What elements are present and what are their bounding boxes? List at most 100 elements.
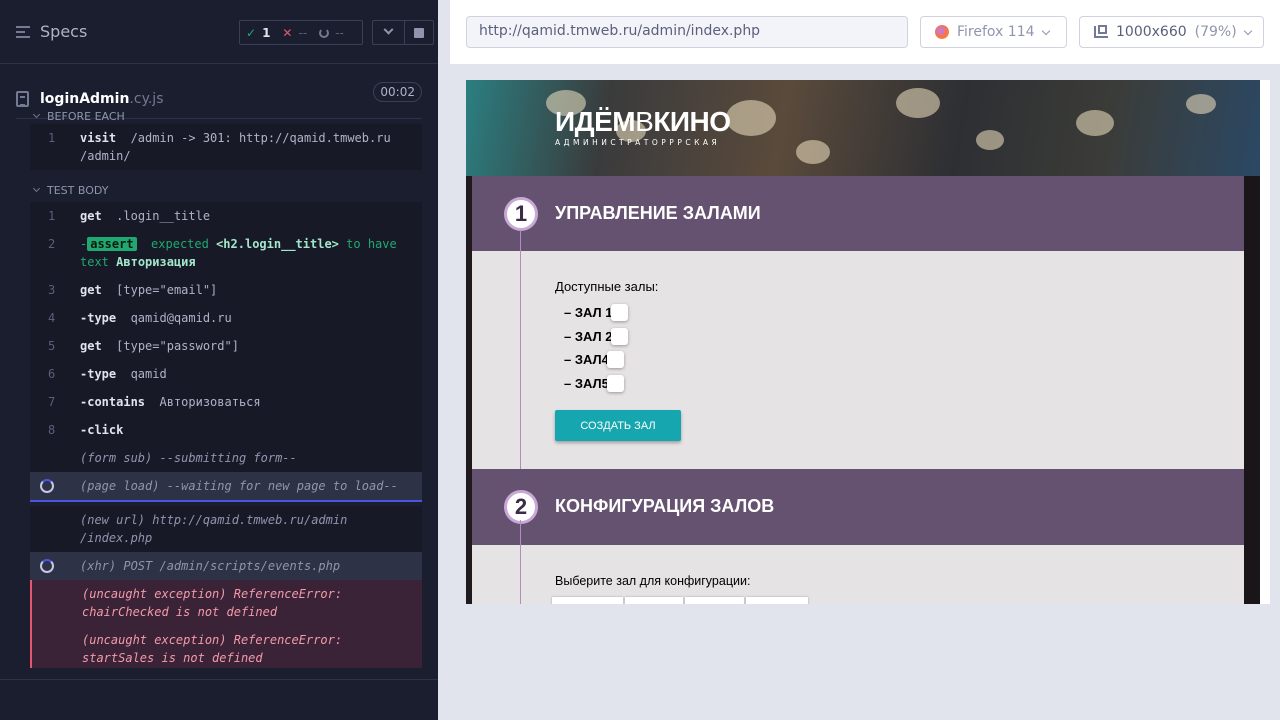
chevron-down-icon xyxy=(383,24,394,35)
command-number: 3 xyxy=(48,283,56,297)
command-row[interactable]: 1 get .login__title xyxy=(30,202,422,230)
create-hall-button[interactable]: СОЗДАТЬ ЗАЛ xyxy=(555,410,681,441)
command-name: visit xyxy=(80,131,117,145)
event-row[interactable]: (new url) http://qamid.tmweb.ru/admin /i… xyxy=(30,506,422,552)
reporter-panel: Specs ✓ 1 ✕ -- -- loginAdmin .cy.js 00:0… xyxy=(0,0,438,720)
stop-icon xyxy=(414,27,424,38)
command-row[interactable]: 3 get [type="email"] xyxy=(30,276,422,304)
section-header-config[interactable]: 2 КОНФИГУРАЦИЯ ЗАЛОВ xyxy=(472,469,1244,545)
reporter-footer xyxy=(0,679,438,720)
command-number: 1 xyxy=(48,131,56,145)
command-name: get xyxy=(80,283,102,297)
delete-hall-button[interactable] xyxy=(610,304,628,321)
test-body-title: TEST BODY xyxy=(47,183,109,197)
event-text: (new url) http://qamid.tmweb.ru/admin /i… xyxy=(80,513,348,545)
event-row[interactable]: (form sub) --submitting form-- xyxy=(30,444,422,472)
command-name: -click xyxy=(80,423,124,437)
options-dropdown-button[interactable] xyxy=(372,20,404,45)
hall-tab[interactable] xyxy=(552,597,623,604)
caret-down-icon xyxy=(32,184,41,193)
specs-button[interactable]: Specs xyxy=(16,22,87,41)
aut-header: http://qamid.tmweb.ru/admin/index.php Fi… xyxy=(450,0,1280,64)
command-name: assert xyxy=(87,237,137,251)
command-message: [type="email"] xyxy=(116,283,218,297)
error-row[interactable]: (uncaught exception) ReferenceError: sta… xyxy=(30,626,422,668)
delete-hall-button[interactable] xyxy=(606,351,624,368)
assert-row[interactable]: 2 - assert expected <h2.login__title> to … xyxy=(30,230,422,276)
x-icon: ✕ xyxy=(282,25,293,40)
firefox-icon xyxy=(935,25,949,39)
assert-text: expected xyxy=(151,237,209,251)
viewport-info[interactable]: 1000x660 (79%) xyxy=(1079,16,1264,48)
pending-count: -- xyxy=(335,25,344,40)
hall-name: – ЗАЛ5 xyxy=(564,376,609,391)
hall-tab[interactable] xyxy=(746,597,808,604)
app-header: ИДЁМВКИНО Администраторррская xyxy=(466,80,1260,176)
browser-selector[interactable]: Firefox 114 xyxy=(920,16,1067,48)
event-row-active[interactable]: (page load) --waiting for new page to lo… xyxy=(30,472,422,502)
spec-file-ext: .cy.js xyxy=(129,90,164,107)
timeline-line xyxy=(520,520,521,604)
chevron-down-icon xyxy=(1243,26,1252,35)
config-hall-label: Выберите зал для конфигурации: xyxy=(555,574,751,588)
section-title: КОНФИГУРАЦИЯ ЗАЛОВ xyxy=(555,496,775,516)
test-stats: ✓ 1 ✕ -- -- xyxy=(239,20,363,45)
command-number: 2 xyxy=(48,237,56,251)
hall-tab[interactable] xyxy=(685,597,744,604)
viewport-size: 1000x660 xyxy=(1116,24,1187,40)
delete-hall-button[interactable] xyxy=(606,375,624,392)
spec-file-name: loginAdmin xyxy=(40,90,130,107)
event-text: (form sub) --submitting form-- xyxy=(80,451,297,465)
side-strip xyxy=(1244,176,1260,604)
stop-button[interactable] xyxy=(404,20,434,45)
error-text: (uncaught exception) ReferenceError: sta… xyxy=(82,633,343,665)
app-under-test-panel: http://qamid.tmweb.ru/admin/index.php Fi… xyxy=(438,0,1280,720)
assert-subject: <h2.login__title> xyxy=(216,237,339,251)
pending-stat: -- xyxy=(313,26,350,40)
check-icon: ✓ xyxy=(246,25,257,40)
hall-name: – ЗАЛ 1 xyxy=(564,305,613,320)
logo-part: КИНО xyxy=(653,106,731,137)
hall-item: – ЗАЛ5 xyxy=(564,375,624,392)
event-text: (page load) --waiting for new page to lo… xyxy=(80,479,398,493)
test-body-header[interactable]: TEST BODY xyxy=(30,178,422,202)
delete-hall-button[interactable] xyxy=(610,328,628,345)
before-each-header[interactable]: BEFORE EACH xyxy=(30,112,422,124)
command-number: 1 xyxy=(48,209,56,223)
command-number: 8 xyxy=(48,423,56,437)
failed-count: -- xyxy=(298,25,308,40)
error-row[interactable]: (uncaught exception) ReferenceError: cha… xyxy=(30,580,422,626)
command-message: .login__title xyxy=(116,209,211,223)
command-row[interactable]: 4 -type qamid@qamid.ru xyxy=(30,304,422,332)
timeline-line xyxy=(520,230,521,470)
hall-name: – ЗАЛ 2 xyxy=(564,329,613,344)
spinner-icon xyxy=(40,559,54,573)
caret-down-icon xyxy=(32,112,41,119)
specs-label: Specs xyxy=(40,22,88,41)
aut-iframe: ИДЁМВКИНО Администраторррская 1 УПРАВЛЕН… xyxy=(466,80,1260,604)
pending-icon xyxy=(319,27,330,38)
spinner-icon xyxy=(40,479,54,493)
command-message: qamid@qamid.ru xyxy=(130,311,232,325)
hall-tab[interactable] xyxy=(625,597,683,604)
command-log: BEFORE EACH 1 visit /admin -> 301: http:… xyxy=(30,112,422,668)
url-bar[interactable]: http://qamid.tmweb.ru/admin/index.php xyxy=(466,16,908,48)
specs-icon xyxy=(16,25,32,39)
xhr-row[interactable]: (xhr) POST /admin/scripts/events.php xyxy=(30,552,422,580)
section-title: УПРАВЛЕНИЕ ЗАЛАМИ xyxy=(555,203,761,223)
command-name: -type xyxy=(80,367,117,381)
site-logo[interactable]: ИДЁМВКИНО xyxy=(555,106,731,138)
command-row[interactable]: 7 -contains Авторизоваться xyxy=(30,388,422,416)
command-number: 5 xyxy=(48,339,56,353)
spec-duration: 00:02 xyxy=(373,82,422,102)
command-name: get xyxy=(80,339,102,353)
command-row[interactable]: 8 -click xyxy=(30,416,422,444)
command-row[interactable]: 6 -type qamid xyxy=(30,360,422,388)
section-header-halls[interactable]: 1 УПРАВЛЕНИЕ ЗАЛАМИ xyxy=(472,176,1244,251)
command-number: 4 xyxy=(48,311,56,325)
viewport-icon xyxy=(1094,25,1108,38)
command-row[interactable]: 5 get [type="password"] xyxy=(30,332,422,360)
hall-item: – ЗАЛ4 xyxy=(564,351,624,368)
command-row[interactable]: 1 visit /admin -> 301: http://qamid.tmwe… xyxy=(30,124,422,170)
section-number: 1 xyxy=(504,197,538,231)
